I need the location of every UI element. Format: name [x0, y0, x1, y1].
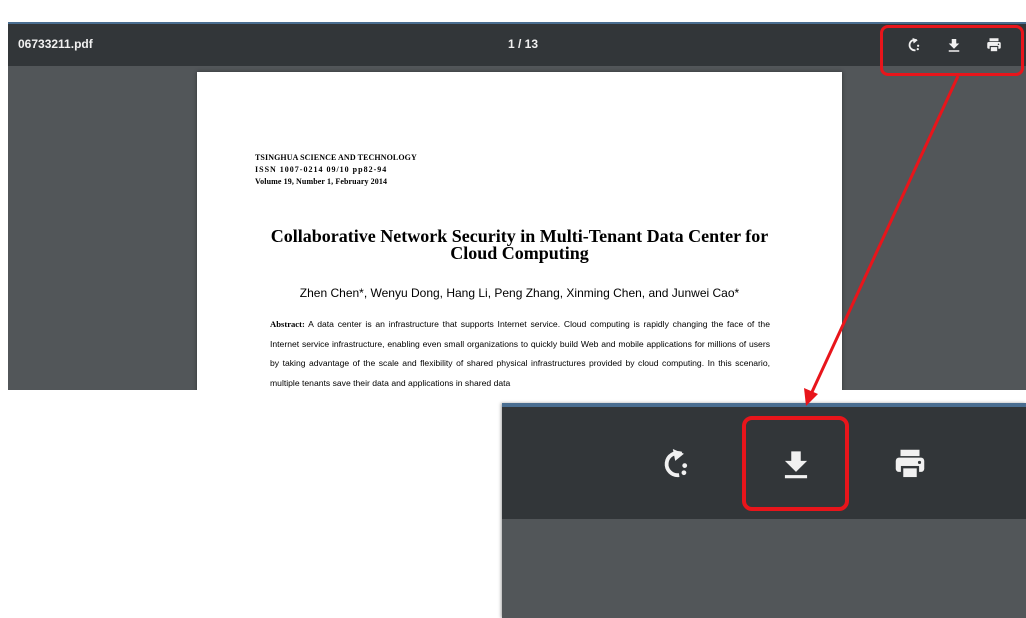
download-highlight-box	[742, 416, 849, 511]
abstract-label: Abstract:	[270, 319, 305, 329]
journal-volume: Volume 19, Number 1, February 2014	[255, 177, 388, 186]
print-icon	[895, 449, 925, 480]
paper-authors: Zhen Chen*, Wenyu Dong, Hang Li, Peng Zh…	[299, 286, 740, 300]
viewer-toolbar: 06733211.pdf 1 / 13	[8, 24, 1026, 66]
zoomed-rotate-button[interactable]	[657, 445, 695, 483]
journal-name: TSINGHUA SCIENCE AND TECHNOLOGY	[255, 153, 417, 162]
file-name: 06733211.pdf	[18, 37, 93, 51]
journal-header: TSINGHUA SCIENCE AND TECHNOLOGY ISSN 100…	[255, 152, 417, 188]
paper-abstract: Abstract: A data center is an infrastruc…	[270, 315, 770, 390]
journal-issn: ISSN 1007-0214 09/10 pp82-94	[255, 165, 388, 174]
abstract-text: A data center is an infrastructure that …	[270, 319, 770, 388]
toolbar-highlight-box	[880, 25, 1024, 76]
pdf-viewer: 06733211.pdf 1 / 13 TSINGHUA SCIENCE AND…	[8, 22, 1026, 390]
page-counter: 1 / 13	[508, 37, 539, 51]
rotate-icon	[664, 448, 688, 478]
paper-title-line: Cloud Computing	[450, 243, 589, 263]
zoomed-print-button[interactable]	[891, 445, 929, 483]
pdf-page: TSINGHUA SCIENCE AND TECHNOLOGY ISSN 100…	[197, 72, 842, 390]
paper-title: Collaborative Network Security in Multi-…	[257, 227, 782, 263]
